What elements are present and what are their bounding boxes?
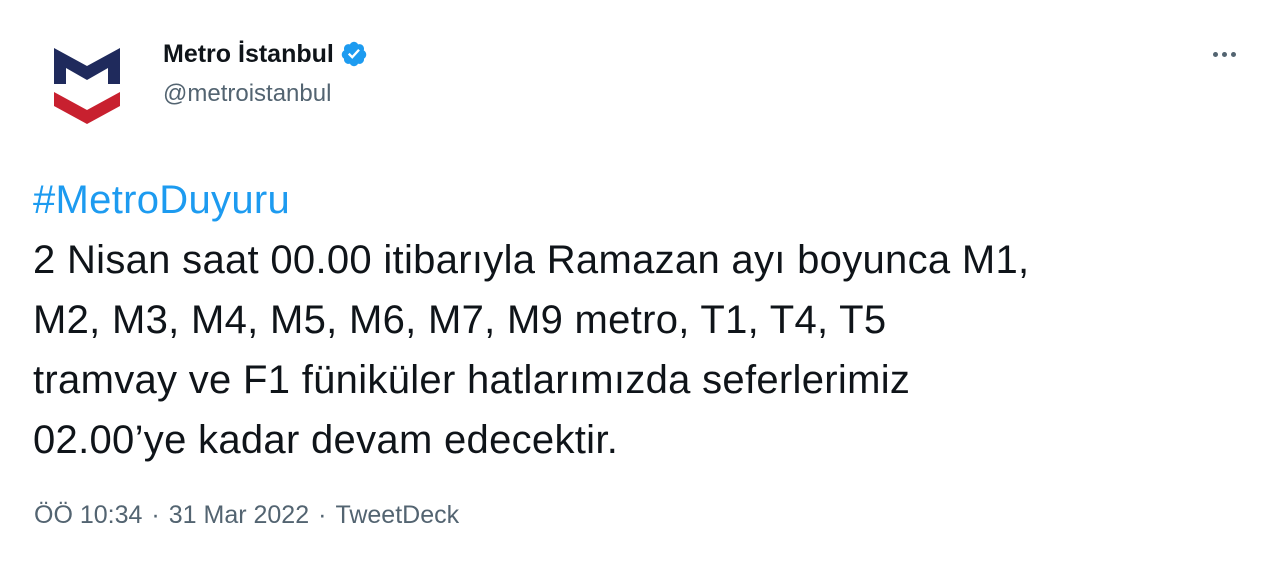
meta-separator: · — [318, 501, 327, 529]
tweet-text-line: 2 Nisan saat 00.00 itibarıyla Ramazan ay… — [33, 238, 1030, 282]
tweet-text-line: 02.00’ye kadar devam edecektir. — [33, 418, 619, 462]
tweet-date-link[interactable]: 31 Mar 2022 — [169, 501, 309, 530]
meta-separator: · — [151, 501, 160, 529]
handle[interactable]: @metroistanbul — [163, 80, 368, 108]
author-block: Metro İstanbul @metroistanbul — [163, 36, 368, 108]
avatar[interactable] — [38, 36, 136, 134]
tweet-time-link[interactable]: ÖÖ 10:34 — [34, 501, 142, 530]
hashtag-link[interactable]: #MetroDuyuru — [33, 178, 290, 222]
verified-badge-icon — [340, 40, 368, 68]
more-horizontal-icon — [1212, 51, 1218, 57]
tweet-text: #MetroDuyuru 2 Nisan saat 00.00 itibarıy… — [33, 170, 1248, 470]
more-options-button[interactable] — [1206, 40, 1242, 68]
name-row: Metro İstanbul — [163, 36, 368, 72]
metro-istanbul-logo-icon — [54, 48, 120, 124]
tweet-card: Metro İstanbul @metroistanbul #MetroDuyu… — [0, 0, 1280, 567]
tweet-text-line: tramvay ve F1 füniküler hatlarımızda sef… — [33, 358, 911, 402]
tweet-meta: ÖÖ 10:34 · 31 Mar 2022 · TweetDeck — [34, 501, 459, 530]
more-horizontal-icon — [1221, 51, 1227, 57]
more-horizontal-icon — [1230, 51, 1236, 57]
tweet-source-link[interactable]: TweetDeck — [335, 501, 459, 530]
display-name[interactable]: Metro İstanbul — [163, 40, 334, 69]
tweet-text-line: M2, M3, M4, M5, M6, M7, M9 metro, T1, T4… — [33, 298, 887, 342]
